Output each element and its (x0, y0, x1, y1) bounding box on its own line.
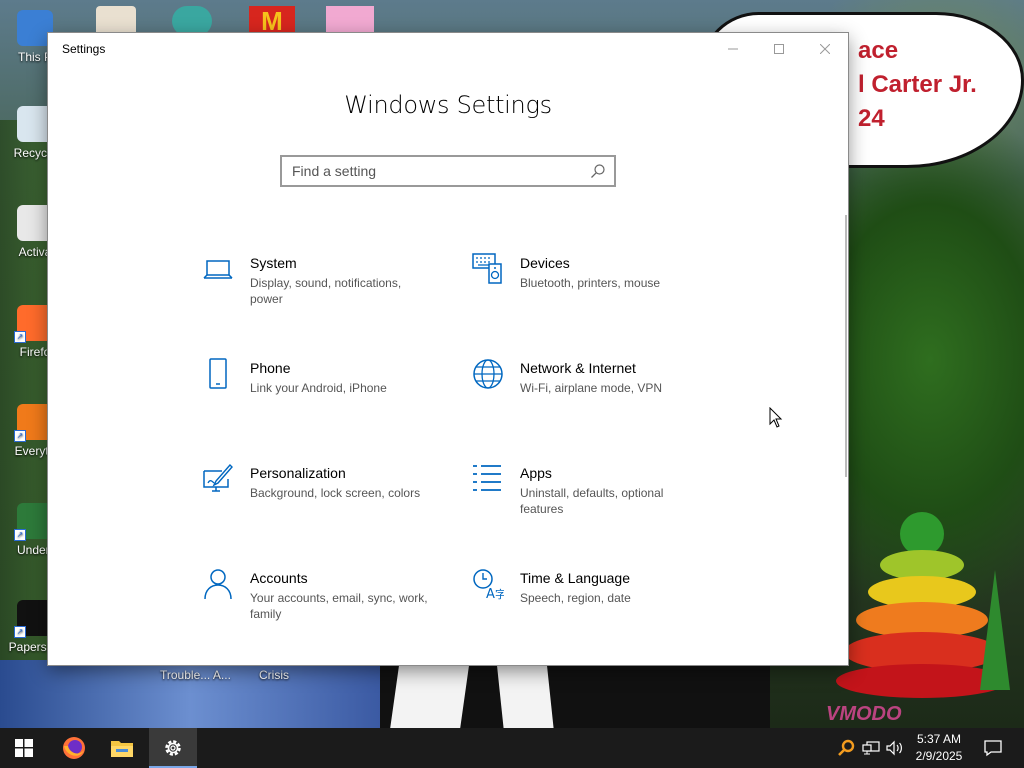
clock-date: 2/9/2025 (915, 749, 963, 763)
category-description: Link your Android, iPhone (250, 381, 387, 395)
laptop-icon (203, 260, 233, 279)
phone-icon (209, 358, 227, 389)
category-description: Background, lock screen, colors (250, 486, 421, 500)
category-apps[interactable]: Apps Uninstall, defaults, optional featu… (472, 463, 712, 533)
category-phone[interactable]: Phone Link your Android, iPhone (202, 358, 442, 428)
category-devices[interactable]: Devices Bluetooth, printers, mouse (472, 253, 712, 323)
search-input[interactable]: Find a setting (280, 155, 616, 187)
category-accounts[interactable]: Accounts Your accounts, email, sync, wor… (202, 568, 442, 638)
category-title: Apps (520, 465, 552, 481)
search-placeholder: Find a setting (292, 163, 377, 179)
apps-icon (473, 465, 501, 491)
category-title: Devices (520, 255, 570, 271)
tray-volume[interactable] (884, 728, 906, 768)
windows-logo-icon (15, 739, 33, 757)
close-button[interactable] (802, 33, 848, 65)
taskbar-settings[interactable] (149, 728, 197, 768)
window-title: Settings (62, 42, 106, 56)
category-network[interactable]: Network & Internet Wi-Fi, airplane mode,… (472, 358, 712, 428)
category-description: Speech, region, date (520, 591, 631, 605)
desktop-icon-label[interactable]: Trouble... A... (160, 668, 231, 682)
taskbar-firefox[interactable] (50, 728, 98, 768)
tray-everything[interactable] (836, 728, 856, 768)
personalization-icon (203, 463, 233, 492)
tray-network[interactable] (860, 728, 882, 768)
category-personalization[interactable]: Personalization Background, lock screen,… (202, 463, 442, 533)
christmas-tree-image (830, 490, 1020, 720)
settings-window: Settings Windows Settings Find a setting… (48, 33, 848, 665)
search-icon (591, 164, 605, 178)
category-description: Display, sound, notifications, power (250, 276, 402, 306)
network-icon (862, 741, 880, 755)
category-title: System (250, 255, 297, 271)
action-center-button[interactable] (978, 728, 1008, 768)
category-title: Personalization (250, 465, 346, 481)
mouse-cursor-icon (769, 407, 783, 428)
minimize-button[interactable] (710, 33, 756, 65)
desktop-app-icon[interactable] (326, 6, 374, 36)
taskbar-file-explorer[interactable] (98, 728, 146, 768)
category-title: Time & Language (520, 570, 630, 586)
shortcut-arrow-icon: ↗ (14, 430, 26, 442)
desktop-app-icon[interactable] (96, 6, 136, 36)
category-title: Phone (250, 360, 291, 376)
clock-time: 5:37 AM (916, 732, 962, 746)
taskbar: 5:37 AM 2/9/2025 (0, 728, 1024, 768)
shortcut-arrow-icon: ↗ (14, 529, 26, 541)
category-description: Bluetooth, printers, mouse (520, 276, 661, 290)
settings-icon (165, 740, 181, 756)
globe-icon (473, 359, 503, 389)
maximize-button[interactable] (756, 33, 802, 65)
shortcut-arrow-icon: ↗ (14, 626, 26, 638)
time-language-icon: A 字 (473, 569, 504, 600)
person-icon (204, 569, 232, 600)
file-explorer-icon (111, 741, 133, 757)
category-title: Network & Internet (520, 360, 636, 376)
speaker-icon (886, 740, 902, 756)
svg-text:字: 字 (495, 587, 504, 600)
devices-icon (472, 253, 502, 284)
shortcut-arrow-icon: ↗ (14, 331, 26, 343)
minimize-icon (728, 48, 738, 50)
taskbar-clock[interactable]: 5:37 AM 2/9/2025 (906, 731, 972, 765)
desktop-app-icon[interactable] (172, 6, 212, 36)
category-system[interactable]: System Display, sound, notifications, po… (202, 253, 442, 323)
category-time-language[interactable]: A 字 Time & Language Speech, region, date (472, 568, 712, 638)
title-bar[interactable]: Settings (48, 33, 848, 65)
scrollbar[interactable] (845, 215, 847, 477)
start-button[interactable] (0, 728, 48, 768)
close-icon (820, 44, 830, 54)
svg-text:A: A (486, 587, 495, 600)
search-magnifier-icon (838, 739, 855, 756)
page-title: Windows Settings (344, 91, 552, 119)
wallpaper-text: ace l Carter Jr. 24 (858, 37, 977, 132)
watermark: VMODO (826, 703, 902, 725)
mcdonalds-icon[interactable]: M (249, 6, 295, 36)
category-title: Accounts (250, 570, 308, 586)
desktop-icon-label[interactable]: Crisis (259, 668, 289, 682)
category-description: Uninstall, defaults, optional features (520, 486, 664, 516)
category-description: Wi-Fi, airplane mode, VPN (520, 381, 663, 395)
category-description: Your accounts, email, sync, work, family (250, 591, 428, 621)
maximize-icon (774, 44, 784, 54)
firefox-icon (63, 737, 85, 759)
notification-icon (984, 740, 1002, 757)
